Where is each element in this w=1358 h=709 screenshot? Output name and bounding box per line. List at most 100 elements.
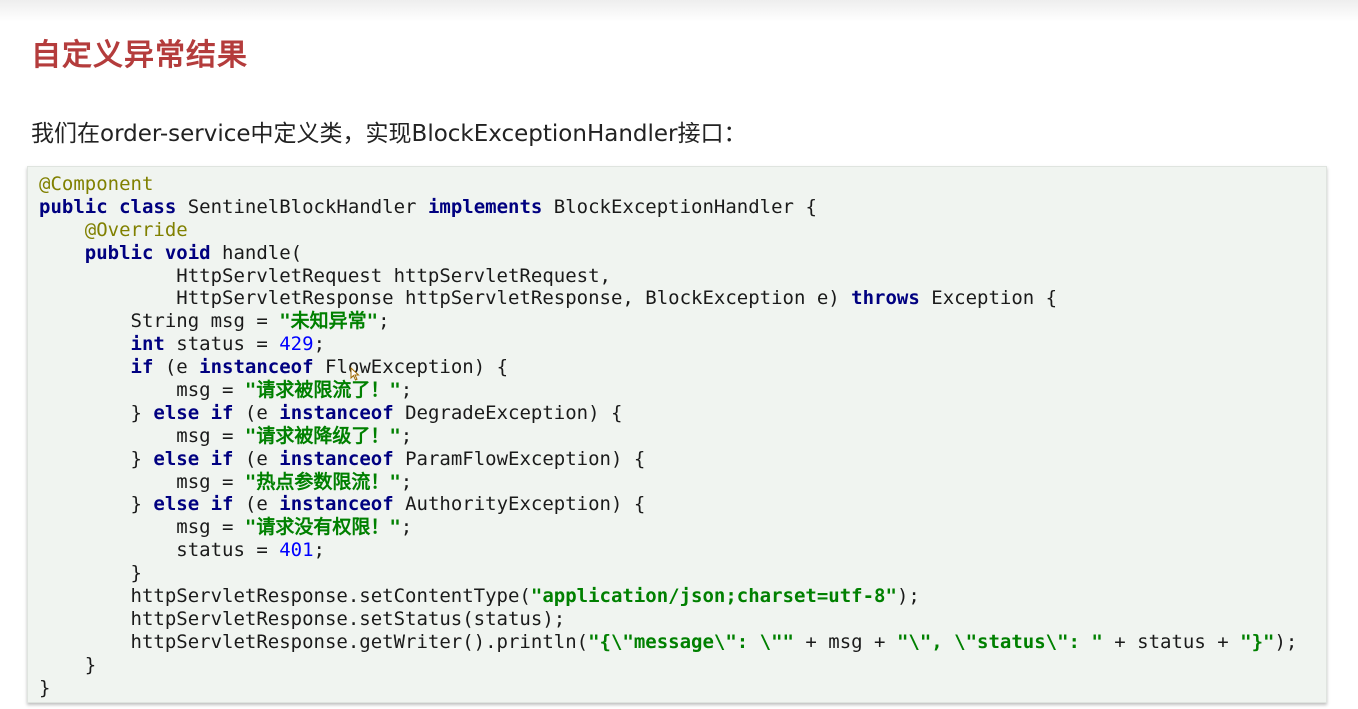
page-title: 自定义异常结果 (31, 38, 248, 73)
code-token: + status + (1102, 630, 1241, 653)
code-token: if (130, 356, 165, 379)
code-token: 401 (279, 539, 314, 562)
code-line: status = 401; (39, 539, 1297, 562)
code-token: BlockExceptionHandler { (553, 195, 817, 218)
code-token: ; (400, 424, 413, 447)
code-line: int status = 429; (39, 333, 1297, 356)
code-line: @Override (39, 219, 1297, 242)
code-token: msg = (39, 379, 245, 402)
code-token: (e (244, 493, 280, 516)
code-token: (e (244, 401, 280, 424)
code-token: "{\"message\": \"" (588, 630, 794, 653)
code-token: httpServletResponse.getWriter().println( (39, 630, 589, 653)
code-token: if (210, 401, 245, 424)
code-token: instanceof (279, 401, 406, 424)
code-token: public (39, 195, 120, 218)
code-token: "热点参数限流！" (244, 470, 401, 493)
code-token: class (119, 195, 188, 218)
code-token: DegradeException) { (405, 401, 623, 424)
code-token: (e (244, 447, 280, 470)
code-line: } (39, 654, 1297, 677)
code-line: msg = "热点参数限流！"; (39, 471, 1297, 494)
code-token: ); (896, 585, 920, 608)
code-token: + msg + (793, 630, 897, 653)
code-line: httpServletResponse.getWriter().println(… (39, 630, 1298, 654)
code-token: } (39, 401, 154, 424)
code-token: @Component (39, 173, 154, 195)
code-line: public void handle( (39, 242, 1297, 265)
code-token: if (210, 447, 245, 470)
code-line: if (e instanceof FlowException) { (39, 356, 1297, 379)
code-token: ); (1274, 630, 1298, 653)
code-token: "请求被降级了！" (244, 424, 401, 447)
code-token: int (130, 333, 177, 356)
code-token: ; (378, 310, 390, 333)
code-token: 429 (279, 333, 314, 356)
code-token: SentinelBlockHandler (187, 195, 428, 218)
code-line: } (39, 562, 1297, 585)
code-token: } (39, 562, 142, 585)
code-token: httpServletResponse.setContentType( (39, 585, 531, 608)
code-token: else (153, 493, 211, 516)
code-token: msg = (39, 516, 245, 539)
code-token: @Override (84, 218, 188, 241)
code-line: } else if (e instanceof DegradeException… (39, 402, 1297, 425)
code-token: httpServletResponse.setStatus(status); (39, 607, 566, 630)
code-token: } (39, 493, 154, 516)
code-token: ; (313, 539, 325, 562)
code-line: } (39, 677, 1297, 700)
code-token: handle( (222, 241, 303, 264)
code-token: instanceof (279, 493, 406, 516)
code-token: public (84, 241, 165, 264)
code-token: instanceof (279, 447, 406, 470)
code-line: @Component (39, 173, 1297, 196)
code-token: "\", \"status\": " (896, 630, 1103, 653)
code-block[interactable]: @Component public class SentinelBlockHand… (27, 166, 1327, 703)
code-token: } (39, 447, 154, 470)
code-token: ; (400, 379, 413, 402)
code-token: status = (176, 333, 280, 356)
code-token: Exception { (931, 287, 1058, 310)
text-cursor-icon (350, 367, 360, 381)
intro-text: 我们在order-service中定义类，实现BlockExceptionHan… (31, 121, 747, 147)
code-line: msg = "请求被限流了！"; (39, 379, 1297, 402)
code-token: "请求没有权限！" (244, 516, 401, 539)
code-token: instanceof (199, 356, 326, 379)
code-token: throws (851, 287, 932, 310)
code-line: } else if (e instanceof ParamFlowExcepti… (39, 448, 1297, 471)
code-token: void (164, 241, 223, 264)
code-token: msg = (39, 470, 245, 493)
code-token: msg = (39, 424, 245, 447)
code-line: String msg = "未知异常"; (39, 310, 1297, 333)
code-token: String msg = (39, 310, 280, 333)
code-token: "}" (1240, 630, 1275, 653)
code-line: HttpServletRequest httpServletRequest, (39, 265, 1297, 288)
code-token: HttpServletResponse httpServletResponse,… (39, 287, 852, 310)
code-token: ParamFlowException) { (405, 447, 646, 470)
code-token: HttpServletRequest httpServletRequest, (39, 264, 611, 287)
code-line: } else if (e instanceof AuthorityExcepti… (39, 493, 1297, 516)
code-line: msg = "请求被降级了！"; (39, 425, 1297, 448)
code-token: AuthorityException) { (405, 493, 646, 516)
code-token: ; (400, 516, 413, 539)
code-token: "请求被限流了！" (244, 379, 401, 402)
code-line: public class SentinelBlockHandler implem… (39, 196, 1297, 219)
code-token: ; (400, 470, 413, 493)
code-line: httpServletResponse.setStatus(status); (39, 608, 1297, 631)
code-token: } (39, 676, 51, 699)
code-line: msg = "请求没有权限！"; (39, 516, 1297, 539)
code-content: @Component public class SentinelBlockHand… (39, 173, 1297, 699)
code-line: HttpServletResponse httpServletResponse,… (39, 287, 1297, 310)
code-token: else (153, 401, 211, 424)
code-token: "未知异常" (279, 310, 379, 333)
code-token: } (39, 653, 97, 676)
code-line: httpServletResponse.setContentType("appl… (39, 585, 1297, 608)
code-token: (e (164, 356, 200, 379)
code-token: implements (427, 195, 554, 218)
code-token: if (210, 493, 245, 516)
top-shade (0, 0, 1358, 22)
